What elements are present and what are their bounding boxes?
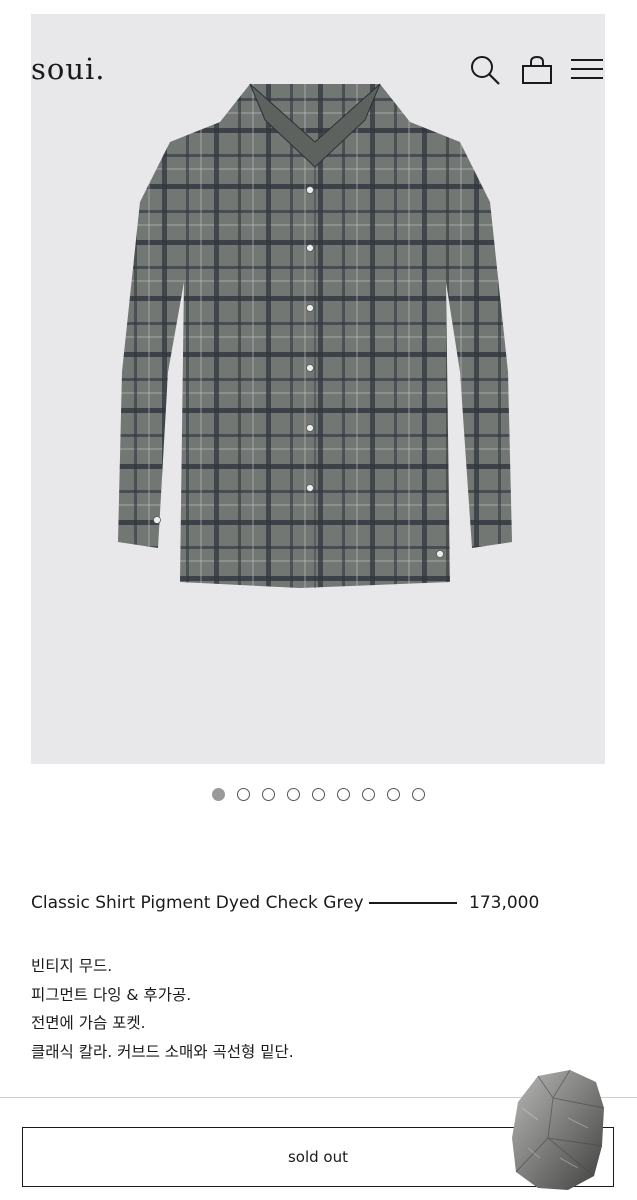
product-name: Classic Shirt Pigment Dyed Check Grey [31,893,364,913]
pagination-dot-1[interactable] [212,788,225,801]
pagination-dot-3[interactable] [262,788,275,801]
title-divider-line [369,902,457,904]
pagination-dot-6[interactable] [337,788,350,801]
brand-logo[interactable]: soui. [31,52,106,86]
pagination-dot-4[interactable] [287,788,300,801]
search-icon[interactable] [469,54,501,86]
shopping-bag-icon[interactable] [521,54,553,86]
product-title-row: Classic Shirt Pigment Dyed Check Grey 17… [31,890,605,918]
gallery-pagination [0,788,637,808]
description-line: 피그먼트 다잉 & 후가공. [31,985,192,1004]
product-price: 173,000 [469,893,540,913]
description-line: 클래식 칼라. 커브드 소매와 곡선형 밑단. [31,1042,294,1061]
pagination-dot-5[interactable] [312,788,325,801]
product-image-shirt [118,83,512,588]
product-description: 빈티지 무드. 피그먼트 다잉 & 후가공. 전면에 가슴 포켓. 클래식 칼라… [31,952,294,1066]
pagination-dot-7[interactable] [362,788,375,801]
hamburger-menu-icon[interactable] [571,54,603,86]
pagination-dot-9[interactable] [412,788,425,801]
floating-rock-image[interactable] [508,1068,608,1193]
pagination-dot-8[interactable] [387,788,400,801]
pagination-dot-2[interactable] [237,788,250,801]
description-line: 전면에 가슴 포켓. [31,1014,146,1032]
description-line: 빈티지 무드. [31,957,113,975]
